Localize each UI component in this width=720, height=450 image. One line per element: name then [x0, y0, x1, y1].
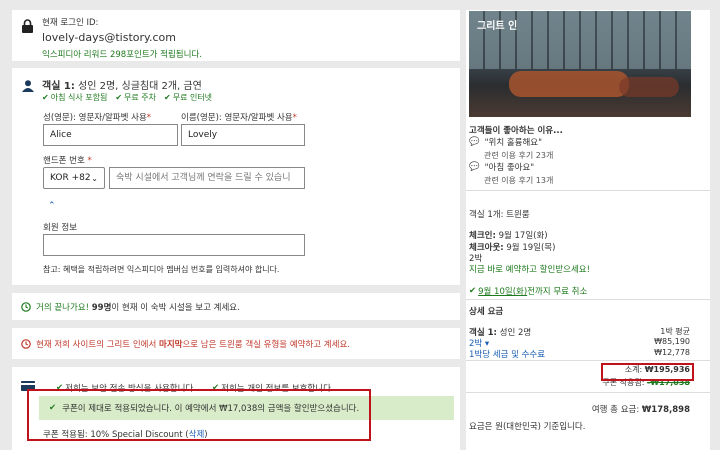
first-name-input[interactable]: Lovely	[181, 124, 305, 146]
speech-bubble-icon: 💬	[469, 162, 480, 172]
member-number-input[interactable]	[43, 234, 305, 256]
check-icon: ✔	[42, 93, 49, 102]
amenity-parking: ✔ 무료 주차	[115, 93, 156, 102]
phone-label: 핸드폰 번호 *	[43, 156, 92, 166]
viewers-text: 거의 끝나가요! 99명이 현재 이 숙박 시설을 보고 계세요.	[36, 303, 240, 313]
member-note: 참고: 혜택을 적립하려면 익스피디아 멤버십 번호를 입력하셔야 합니다.	[43, 265, 280, 274]
last-name-label: 성(영문): 영문자/알파벳 사용*	[43, 113, 152, 123]
last-room-card: 현재 저희 사이트의 그리트 인에서 마지막으로 남은 트윈룸 객실 유형을 예…	[12, 328, 460, 359]
person-icon	[22, 80, 34, 92]
avg-label: 1박 평균	[660, 327, 690, 336]
book-now-promo: 지금 바로 예약하고 할인받으세요!	[469, 265, 590, 275]
hotel-photo[interactable]: 그리트 인	[469, 11, 691, 117]
phone-input[interactable]: 숙박 시설에서 고객님께 연락을 드릴 수 있습니	[109, 167, 305, 189]
check-icon: ✔	[164, 93, 171, 102]
lock-icon	[22, 19, 33, 33]
member-info-label: 회원 정보	[43, 223, 77, 233]
login-email: lovely-days@tistory.com	[42, 31, 176, 44]
last-name-input[interactable]: Alice	[43, 124, 178, 146]
amenity-list: ✔ 아침 식사 포함됨 ✔ 무료 주차 ✔ 무료 인터넷	[42, 92, 212, 103]
reason-item: 💬 "위치 훌륭해요" 관련 이용 후기 23개	[469, 137, 554, 160]
first-name-label: 이름(영문): 영문자/알파벳 사용*	[181, 113, 297, 123]
guest-info-card: 객실 1: 성인 2명, 싱글침대 2개, 금연 ✔ 아침 식사 포함됨 ✔ 무료 …	[12, 68, 460, 285]
amenity-internet: ✔ 무료 인터넷	[164, 93, 213, 102]
tax-link[interactable]: 1박당 세금 및 수수료	[469, 348, 545, 360]
hotel-name: 그리트 인	[477, 21, 518, 32]
tax-price: ₩12,778	[654, 348, 690, 357]
total-line: 여행 총 요금: ₩178,898	[591, 405, 690, 415]
highlight-box-coupon	[27, 389, 371, 441]
check-icon: ✔	[115, 93, 123, 102]
price-details-title: 상세 요금	[469, 307, 504, 317]
check-icon: ✔	[469, 286, 477, 296]
free-cancel-line: ✔ 9월 10일(화) 전까지 무료 취소	[469, 286, 588, 297]
viewers-notice-card: 거의 끝나가요! 99명이 현재 이 숙박 시설을 보고 계세요.	[12, 293, 460, 320]
clock-icon	[21, 302, 31, 312]
nights-price: ₩85,190	[654, 337, 690, 346]
clock-icon	[21, 339, 31, 349]
reward-points: 익스피디아 리워드 298포인트가 적립됩니다.	[42, 50, 202, 60]
reason-item: 💬 "아침 좋아요" 관련 이용 후기 13개	[469, 162, 554, 185]
speech-bubble-icon: 💬	[469, 137, 480, 147]
last-room-text: 현재 저희 사이트의 그리트 인에서 마지막으로 남은 트윈룸 객실 유형을 예…	[36, 340, 350, 350]
expand-chevron-icon[interactable]: ⌃	[48, 201, 56, 211]
chevron-down-icon: ⌄	[91, 173, 98, 183]
highlight-box-discount	[601, 363, 694, 381]
login-card: 현재 로그인 ID: lovely-days@tistory.com 익스피디아…	[12, 10, 460, 61]
checkin-line: 체크인: 9월 17일(화)	[469, 231, 548, 241]
amenity-breakfast: ✔ 아침 식사 포함됨	[42, 93, 108, 102]
country-code-select[interactable]: KOR +82 ⌄	[43, 167, 105, 189]
room-count: 객실 1개: 트윈룸	[469, 210, 530, 220]
login-label: 현재 로그인 ID:	[42, 18, 99, 28]
reasons-title: 고객들이 좋아하는 이유...	[469, 126, 563, 136]
room-title: 객실 1: 성인 2명, 싱글침대 2개, 금연	[42, 81, 202, 92]
currency-note: 요금은 원(대한민국) 기준입니다.	[469, 422, 586, 432]
booking-summary: 그리트 인 고객들이 좋아하는 이유... 💬 "위치 훌륭해요" 관련 이용 후…	[466, 10, 710, 450]
